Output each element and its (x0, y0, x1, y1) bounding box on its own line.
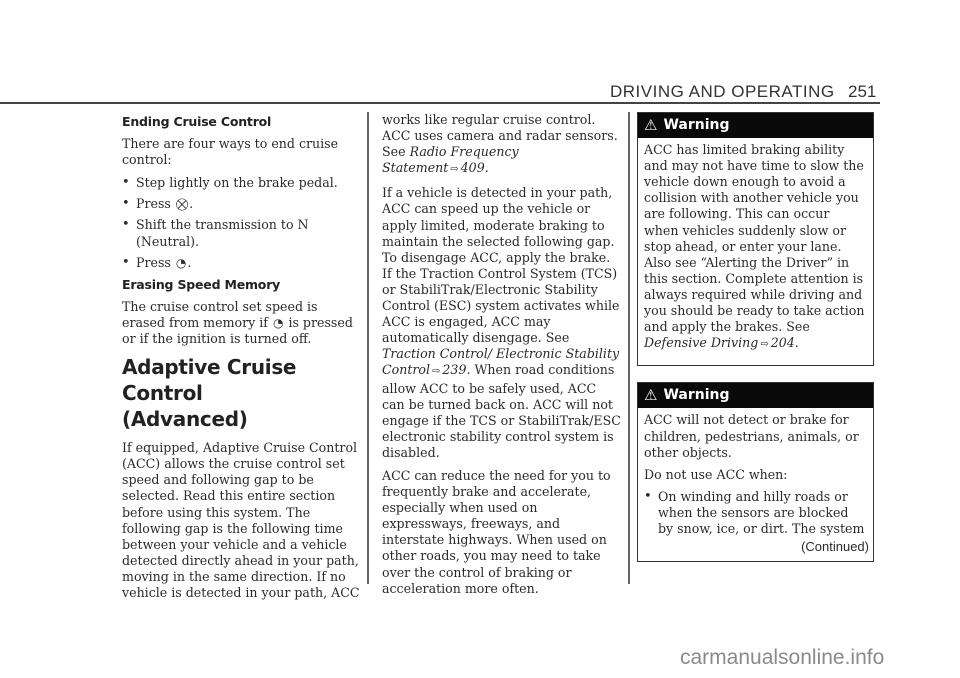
reference-page: 239 (442, 362, 467, 378)
punctuation: . (794, 335, 799, 351)
warning-title: Warning (663, 387, 730, 404)
column-1: Ending Cruise Control There are four way… (122, 114, 362, 608)
list-item-text: Press (136, 254, 171, 270)
watermark: carmanualsonline.info (680, 646, 885, 669)
reference-page: 204 (770, 335, 795, 351)
warning-triangle-icon: ⚠ (644, 385, 658, 404)
warning-body: ACC has limited braking ability and may … (638, 138, 873, 365)
column-3: ⚠ Warning ACC has limited braking abilit… (637, 112, 874, 578)
bullet-list: Step lightly on the brake pedal. Press ⛒… (122, 175, 362, 271)
column-divider (367, 112, 369, 584)
column-divider (628, 112, 630, 584)
heading-line: (Advanced) (122, 407, 248, 432)
bullet-list: On winding and hilly roads or when the s… (644, 489, 867, 537)
paragraph: The cruise control set speed is erased f… (122, 299, 362, 347)
cruise-on-off-icon: ◔ (272, 315, 284, 330)
warning-box: ⚠ Warning ACC has limited braking abilit… (637, 112, 874, 367)
warning-header: ⚠ Warning (638, 113, 873, 139)
paragraph: ACC can reduce the need for you to frequ… (382, 467, 611, 596)
punctuation: . (187, 254, 192, 270)
paragraph: If a vehicle is detected in your path, A… (382, 185, 622, 461)
paragraph-text: If a vehicle is detected in your path, A… (382, 185, 620, 346)
paragraph: works like regular cruise control. ACC u… (382, 112, 622, 178)
list-item: Step lightly on the brake pedal. (122, 175, 362, 191)
list-item: On winding and hilly roads or when the s… (644, 489, 867, 537)
paragraph: If equipped, Adaptive Cruise Control (AC… (122, 440, 360, 600)
paragraph-text: ACC has limited braking ability and may … (644, 142, 865, 335)
warning-header: ⚠ Warning (638, 383, 873, 409)
section-title: DRIVING AND OPERATING (610, 82, 835, 101)
cruise-on-off-icon: ◔ (175, 255, 187, 270)
heading-line: Adaptive Cruise Control (122, 355, 297, 406)
reference-page: 409 (460, 160, 485, 176)
cross-reference-link[interactable]: Defensive Driving ⇨ 204 (644, 335, 795, 350)
punctuation: . (484, 160, 489, 176)
list-item: Shift the transmission to N (Neutral). (122, 217, 362, 249)
punctuation: . (189, 196, 194, 212)
paragraph: Do not use ACC when: (644, 466, 788, 482)
paragraph: ACC will not detect or brake for childre… (644, 412, 859, 460)
column-2: works like regular cruise control. ACC u… (382, 112, 622, 604)
paragraph: ACC has limited braking ability and may … (644, 142, 867, 353)
section-heading-adaptive-cruise-control: Adaptive Cruise Control (Advanced) (122, 354, 362, 432)
continued-label: (Continued) (801, 539, 869, 555)
page-arrow-icon: ⇨ (450, 164, 459, 176)
list-item: Press ⛒. (122, 196, 362, 212)
warning-triangle-icon: ⚠ (644, 115, 658, 134)
warning-title: Warning (663, 117, 730, 133)
cruise-cancel-icon: ⛒ (175, 197, 189, 212)
subheading-erasing-speed-memory: Erasing Speed Memory (122, 276, 281, 292)
list-item: Press ◔. (122, 255, 362, 271)
page-number: 251 (848, 82, 877, 101)
reference-title: Defensive Driving (644, 335, 759, 351)
warning-body: ACC will not detect or brake for childre… (638, 408, 873, 561)
warning-box: ⚠ Warning ACC will not detect or brake f… (637, 382, 874, 563)
list-item-text: Press (136, 196, 171, 212)
header-divider (0, 102, 880, 104)
page-arrow-icon: ⇨ (760, 339, 769, 351)
page-arrow-icon: ⇨ (432, 366, 441, 378)
subheading-ending-cruise-control: Ending Cruise Control (122, 114, 272, 129)
paragraph: There are four ways to end cruise contro… (122, 136, 339, 168)
